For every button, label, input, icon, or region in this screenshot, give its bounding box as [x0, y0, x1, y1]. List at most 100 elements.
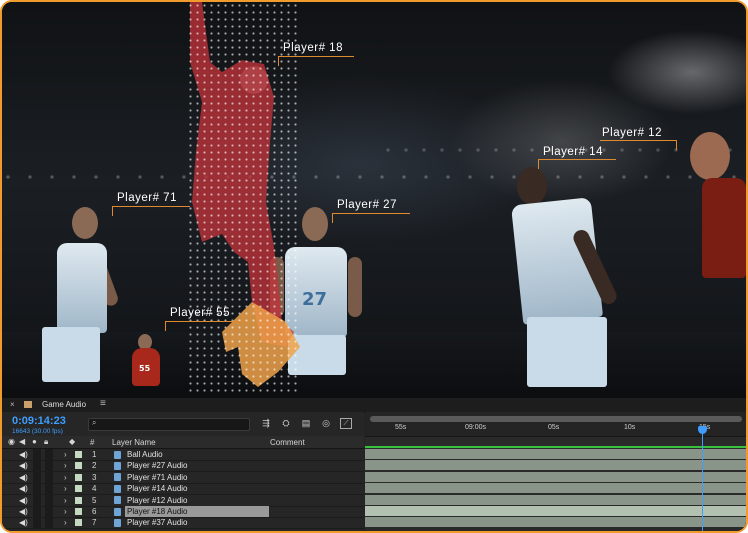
lock-box[interactable] [45, 483, 53, 495]
timecode-display[interactable]: 0:09:14:23 [12, 415, 66, 427]
time-ruler[interactable]: 55s 09:00s 05s 10s 15s [365, 412, 746, 437]
twirl-chevron-icon[interactable]: › [64, 506, 67, 517]
layer-number: 4 [92, 484, 97, 494]
motion-blur-icon[interactable]: ◎ [320, 418, 332, 429]
player-12 [682, 132, 746, 332]
player-14 [507, 167, 637, 397]
audio-toggle-icon[interactable]: ◀) [19, 495, 28, 506]
panel-tab-title[interactable]: Game Audio [42, 400, 86, 409]
label-player-27: Player# 27 [337, 199, 397, 211]
solo-box[interactable] [33, 471, 41, 483]
column-headers: ◉ ◀ ● 🔒︎ ◆ # Layer Name Comment [2, 436, 364, 449]
audio-file-icon [114, 518, 121, 527]
solo-box[interactable] [33, 460, 41, 472]
audio-toggle-icon[interactable]: ◀) [19, 506, 28, 517]
eye-icon[interactable]: ◉ [8, 437, 15, 446]
layer-panel: 0:09:14:23 16643 (30.00 fps) ⌕ ⇶ ⛭ ▤ ◎ ⟋… [2, 412, 364, 531]
solo-box[interactable] [33, 506, 41, 517]
twirl-chevron-icon[interactable]: › [64, 483, 67, 494]
search-input[interactable]: ⌕ [88, 418, 250, 431]
label-color-swatch[interactable] [75, 473, 82, 481]
layer-track-bar[interactable] [365, 517, 746, 529]
graph-toggle-icon[interactable]: ⇶ [260, 418, 272, 429]
layer-track-bar[interactable] [365, 449, 746, 460]
close-icon[interactable]: × [10, 400, 15, 409]
lock-box[interactable] [45, 471, 53, 483]
player-55-jersey: 55 [128, 334, 164, 398]
audio-toggle-icon[interactable]: ◀) [19, 449, 28, 460]
label-color-swatch[interactable] [75, 462, 82, 470]
solo-box[interactable] [33, 494, 41, 506]
twirl-chevron-icon[interactable]: › [64, 460, 67, 471]
twirl-chevron-icon[interactable]: › [64, 449, 67, 460]
audio-toggle-icon[interactable]: ◀) [19, 483, 28, 494]
layer-row[interactable]: ◀) › 4 Player #14 Audio [2, 483, 364, 496]
audio-toggle-icon[interactable]: ◀) [19, 460, 28, 471]
solo-box[interactable] [33, 449, 41, 460]
lock-box[interactable] [45, 494, 53, 506]
work-area-bar[interactable] [370, 416, 742, 422]
twirl-chevron-icon[interactable]: › [64, 517, 67, 528]
layer-row[interactable]: ◀) › 1 Ball Audio [2, 449, 364, 461]
layer-row[interactable]: ◀) › 2 Player #27 Audio [2, 460, 364, 473]
audio-file-icon [114, 496, 121, 505]
layer-track-bar[interactable] [365, 506, 746, 517]
layer-name[interactable]: Player #12 Audio [125, 495, 269, 506]
layer-row[interactable]: ◀) › 3 Player #71 Audio [2, 471, 364, 484]
timeline-track-area[interactable]: 55s 09:00s 05s 10s 15s [365, 412, 746, 531]
layer-track-bar[interactable] [365, 483, 746, 495]
graph-editor-icon[interactable]: ⟋ [340, 418, 352, 429]
layer-name[interactable]: Ball Audio [125, 449, 269, 460]
layer-track-bar[interactable] [365, 494, 746, 506]
layer-number: 1 [92, 450, 97, 459]
basketball-scene: 27 55 Player# 18 Player# 12 Player# 14 P… [2, 2, 746, 398]
label-color-swatch[interactable] [75, 485, 82, 493]
twirl-chevron-icon[interactable]: › [64, 472, 67, 483]
label-player-71: Player# 71 [117, 192, 177, 204]
layer-name[interactable]: Player #14 Audio [125, 483, 269, 494]
search-icon: ⌕ [92, 418, 97, 427]
lock-box[interactable] [45, 460, 53, 472]
layer-name[interactable]: Player #18 Audio [125, 506, 269, 517]
label-icon[interactable]: ◆ [69, 437, 75, 446]
audio-toggle-icon[interactable]: ◀) [19, 517, 28, 528]
label-color-swatch[interactable] [75, 496, 82, 504]
label-color-swatch[interactable] [75, 508, 82, 515]
audio-file-icon [114, 461, 121, 470]
audio-icon[interactable]: ◀ [19, 437, 25, 446]
layer-number: 6 [92, 507, 97, 516]
ruler-tick: 55s [395, 424, 407, 431]
twirl-chevron-icon[interactable]: › [64, 495, 67, 506]
label-player-18: Player# 18 [283, 42, 343, 54]
layer-row[interactable]: ◀) › 7 Player #37 Audio [2, 517, 364, 530]
label-color-swatch[interactable] [75, 519, 82, 527]
work-area-indicator [365, 446, 746, 448]
solo-box[interactable] [33, 517, 41, 529]
lock-box[interactable] [45, 449, 53, 460]
column-hash[interactable]: # [90, 438, 94, 447]
layer-track-bar[interactable] [365, 471, 746, 483]
lock-icon[interactable]: 🔒︎ [44, 437, 48, 447]
solo-icon[interactable]: ● [32, 437, 37, 446]
column-comment[interactable]: Comment [270, 438, 305, 447]
audio-toggle-icon[interactable]: ◀) [19, 472, 28, 483]
layer-row[interactable]: ◀) › 5 Player #12 Audio [2, 494, 364, 507]
audio-file-icon [114, 473, 121, 482]
layer-name[interactable]: Player #37 Audio [125, 517, 269, 528]
layer-name[interactable]: Player #27 Audio [125, 460, 269, 471]
layer-track-bar[interactable] [365, 460, 746, 472]
frame-blend-icon[interactable]: ▤ [300, 418, 312, 429]
solo-box[interactable] [33, 483, 41, 495]
playhead-line[interactable] [702, 426, 703, 531]
panel-tab-bar: × Game Audio ≡ [2, 398, 746, 413]
audio-file-icon [114, 484, 121, 493]
composition-icon [24, 401, 32, 408]
layer-name[interactable]: Player #71 Audio [125, 472, 269, 483]
menu-icon[interactable]: ≡ [100, 398, 106, 409]
column-layer-name[interactable]: Layer Name [112, 438, 156, 447]
shy-icon[interactable]: ⛭ [280, 418, 292, 429]
label-color-swatch[interactable] [75, 451, 82, 458]
layer-row[interactable]: ◀) › 6 Player #18 Audio [2, 506, 364, 518]
lock-box[interactable] [45, 506, 53, 517]
lock-box[interactable] [45, 517, 53, 529]
